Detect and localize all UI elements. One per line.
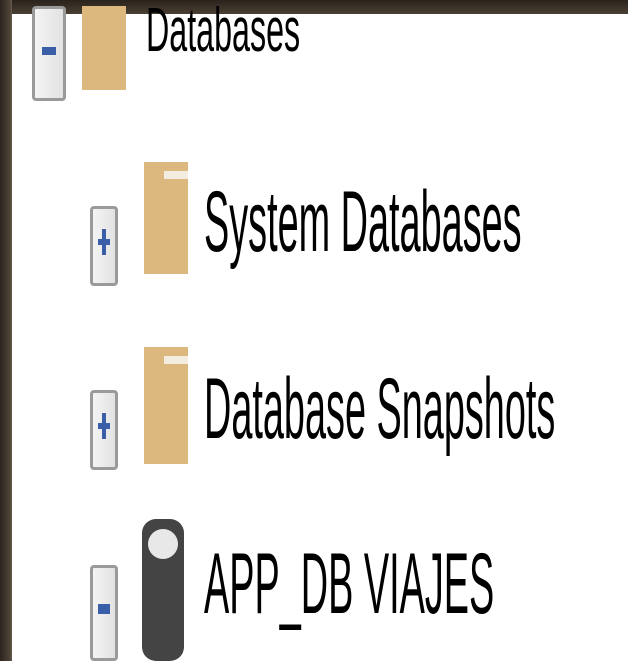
tree-node-app-db-viajes[interactable]: APP_DB VIAJES [12,519,628,661]
folder-icon [144,364,188,464]
minus-sign [42,47,56,55]
node-label-database-snapshots: Database Snapshots [204,361,556,457]
collapse-icon[interactable] [90,565,118,661]
database-icon [142,519,184,661]
expand-icon[interactable] [90,390,118,470]
database-icon-top [148,529,178,559]
expand-icon[interactable] [90,206,118,286]
tree-node-database-snapshots[interactable]: Database Snapshots [12,344,628,484]
plus-sign-vertical [102,229,106,255]
node-label-databases: Databases [146,0,301,65]
node-label-app-db-viajes: APP_DB VIAJES [204,536,495,632]
folder-icon [144,179,188,274]
window-frame-left [0,0,12,661]
node-label-system-databases: System Databases [204,174,522,270]
plus-sign-vertical [102,413,106,439]
collapse-icon[interactable] [32,6,66,101]
tree-node-databases[interactable]: Databases [12,0,628,114]
folder-tab-highlight [164,171,188,179]
minus-sign [98,604,110,614]
tree-node-system-databases[interactable]: System Databases [12,159,628,299]
folder-tab-highlight [164,356,188,364]
folder-icon [82,6,126,90]
object-explorer-tree: Databases System Databases Database Snap… [12,0,628,661]
